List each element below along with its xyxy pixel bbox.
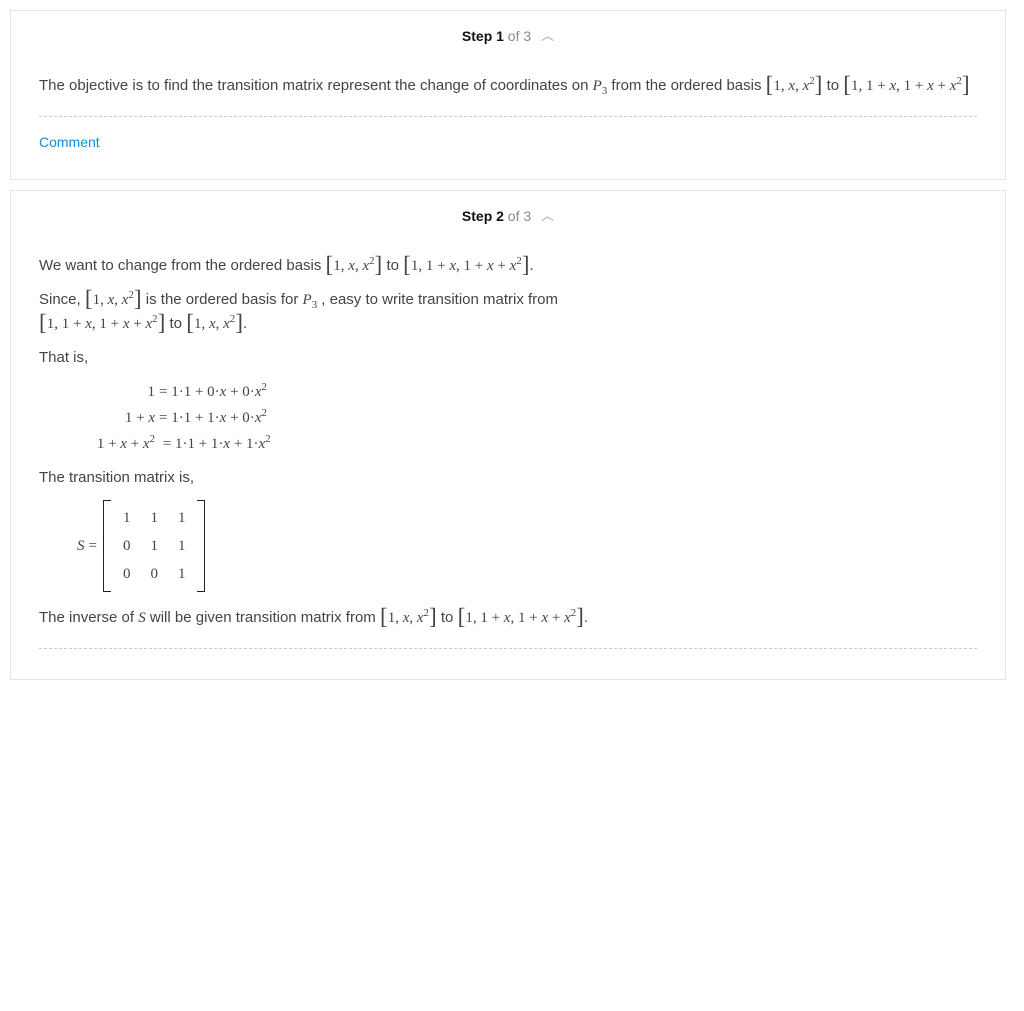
- inv-a: The inverse of: [39, 609, 138, 626]
- s2-l1a: We want to change from the ordered basis: [39, 257, 326, 274]
- inv-b: will be given transition matrix from: [150, 609, 380, 626]
- s2-l1c: .: [529, 257, 533, 274]
- step-2-body: We want to change from the ordered basis…: [11, 238, 1005, 679]
- s2-l2a: Since,: [39, 291, 85, 308]
- basis-standard-3: [1, x, x2]: [85, 292, 142, 308]
- s-symbol: S: [138, 610, 146, 626]
- comment-link[interactable]: Comment: [39, 131, 100, 163]
- p3-symbol: P3: [593, 78, 608, 94]
- step-2-card: Step 2 of 3 ︿ We want to change from the…: [10, 190, 1006, 680]
- basis-new-4: [1, 1 + x, 1 + x + x2]: [458, 610, 584, 626]
- s2-l2c: , easy to write transition matrix from: [321, 291, 558, 308]
- inverse-text: The inverse of S will be given transitio…: [39, 606, 977, 630]
- basis-new-2: [1, 1 + x, 1 + x + x2]: [403, 258, 529, 274]
- transition-matrix-text: The transition matrix is,: [39, 466, 977, 490]
- matrix-s: S = 111 011 001: [77, 500, 205, 592]
- s2-l2e: .: [243, 315, 247, 332]
- s2-l2d: to: [170, 315, 187, 332]
- basis-standard-4: [1, x, x2]: [186, 316, 243, 332]
- chevron-up-icon[interactable]: ︿: [541, 206, 554, 227]
- step1-text-b: from the ordered basis: [611, 77, 765, 94]
- step-2-number: Step 2: [462, 208, 504, 224]
- step-count-1: of 3: [504, 28, 531, 44]
- step-1-number: Step 1: [462, 28, 504, 44]
- step-1-card: Step 1 of 3 ︿ The objective is to find t…: [10, 10, 1006, 180]
- s2-l2b: is the ordered basis for: [146, 291, 303, 308]
- step-1-header[interactable]: Step 1 of 3 ︿: [11, 11, 1005, 58]
- eq-3: 1 + x + x2 = 1·1 + 1·x + 1·x2: [77, 432, 977, 456]
- divider-2: [39, 648, 977, 649]
- basis-new-3: [1, 1 + x, 1 + x + x2]: [39, 316, 165, 332]
- divider-1: [39, 116, 977, 117]
- step-count-2: of 3: [504, 208, 531, 224]
- inv-c: to: [441, 609, 458, 626]
- basis-standard-2: [1, x, x2]: [326, 258, 383, 274]
- eq-1: 1 = 1·1 + 0·x + 0·x2: [77, 380, 977, 404]
- step1-text-c: to: [827, 77, 844, 94]
- chevron-up-icon[interactable]: ︿: [541, 26, 554, 47]
- p3-symbol-2: P3: [303, 292, 318, 308]
- basis-standard-5: [1, x, x2]: [380, 610, 437, 626]
- step1-text-a: The objective is to find the transition …: [39, 77, 593, 94]
- step-2-header[interactable]: Step 2 of 3 ︿: [11, 191, 1005, 238]
- eq-2: 1 + x = 1·1 + 1·x + 0·x2: [77, 406, 977, 430]
- step2-line1: We want to change from the ordered basis…: [39, 254, 977, 278]
- s-symbol-lhs: S: [77, 534, 85, 558]
- matrix-body: 111 011 001: [113, 504, 196, 588]
- step2-line2: Since, [1, x, x2] is the ordered basis f…: [39, 288, 977, 336]
- step-1-body: The objective is to find the transition …: [11, 58, 1005, 179]
- basis-new: [1, 1 + x, 1 + x + x2]: [843, 78, 969, 94]
- s2-l1b: to: [386, 257, 403, 274]
- basis-standard: [1, x, x2]: [766, 78, 823, 94]
- that-is: That is,: [39, 346, 977, 370]
- eq1-lhs: 1: [77, 380, 159, 404]
- equations: 1 = 1·1 + 0·x + 0·x2 1 + x = 1·1 + 1·x +…: [77, 380, 977, 456]
- inv-d: .: [584, 609, 588, 626]
- step-1-objective: The objective is to find the transition …: [39, 74, 977, 98]
